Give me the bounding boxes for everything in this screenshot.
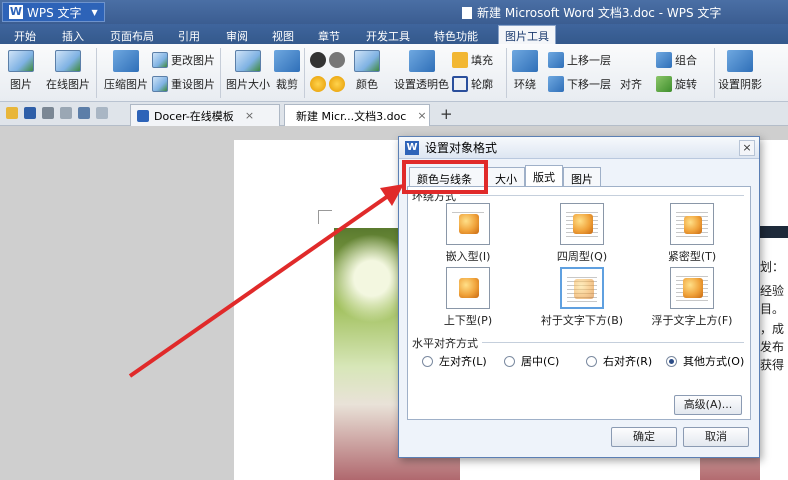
annotation-arrow [128, 184, 404, 378]
